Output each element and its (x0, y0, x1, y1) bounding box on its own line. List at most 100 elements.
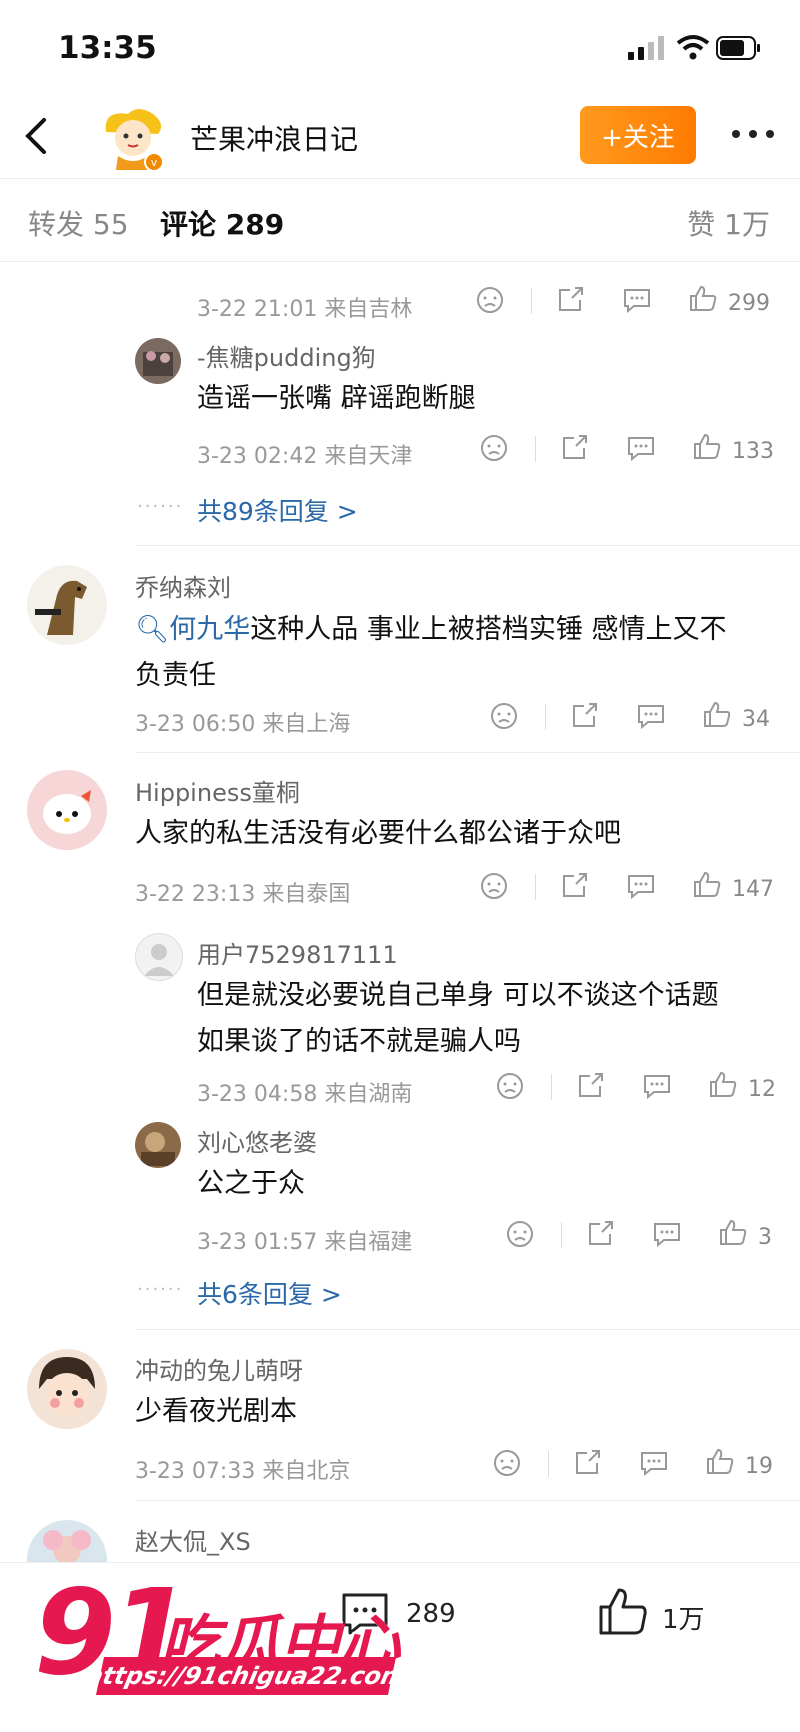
tab-comments[interactable]: 评论 289 (160, 203, 284, 243)
avatar[interactable] (135, 1122, 181, 1168)
like-count: 19 (745, 1454, 773, 1479)
like-icon[interactable] (688, 284, 718, 316)
comment-meta: 3-23 07:33 来自北京 (135, 1459, 351, 1484)
comment-meta: 3-22 23:13 来自泰国 (135, 882, 351, 907)
comment-text: 🔍︎何九华这种人品 事业上被搭档实锤 感情上又不 负责任 (135, 614, 727, 691)
bottom-comment-count: 289 (406, 1599, 456, 1629)
comment-meta: 3-23 06:50 来自上海 (135, 712, 351, 737)
comment-text: 少看夜光剧本 (135, 1396, 297, 1427)
like-count: 299 (728, 291, 770, 316)
bottom-like-icon[interactable] (596, 1585, 650, 1643)
topic-link[interactable]: 何九华 (169, 614, 250, 645)
reply-text: 造谣一张嘴 辟谣跑断腿 (197, 383, 476, 414)
share-icon[interactable] (560, 872, 590, 904)
divider (561, 1222, 562, 1248)
dislike-icon[interactable] (479, 872, 509, 904)
divider (135, 1500, 800, 1501)
dislike-icon[interactable] (489, 702, 519, 734)
reply-text: 但是就没必要说自己单身 可以不谈这个话题 如果谈了的话不就是骗人吗 (197, 980, 719, 1057)
tab-repost[interactable]: 转发 55 (28, 203, 129, 243)
divider (135, 752, 800, 753)
wifi-icon (676, 35, 710, 60)
divider (551, 1074, 552, 1100)
status-bar: 13:35 (0, 0, 800, 96)
comment-username[interactable]: 冲动的兔儿萌呀 (135, 1351, 303, 1386)
dislike-icon[interactable] (495, 1072, 525, 1104)
divider (535, 874, 536, 900)
bottom-like-count: 1万 (662, 1605, 705, 1635)
like-count: 3 (758, 1225, 772, 1250)
watermark-url: https://91chigua22.com (83, 1657, 409, 1695)
reply-icon[interactable] (622, 286, 652, 318)
reply-username[interactable]: 刘心悠老婆 (197, 1123, 317, 1158)
like-count: 12 (748, 1077, 776, 1102)
top-nav: v 芒果冲浪日记 +关注 (0, 96, 800, 179)
avatar[interactable] (27, 1520, 107, 1562)
dots: ······ (137, 1279, 184, 1300)
dislike-icon[interactable] (505, 1220, 535, 1252)
reply-icon[interactable] (626, 434, 656, 466)
dislike-icon[interactable] (492, 1449, 522, 1481)
comment-text: 人家的私生活没有必要什么都公诸于众吧 (135, 818, 621, 849)
avatar[interactable] (27, 770, 107, 850)
divider (531, 288, 532, 314)
share-icon[interactable] (570, 702, 600, 734)
like-icon[interactable] (718, 1218, 748, 1250)
like-icon[interactable] (692, 870, 722, 902)
divider (535, 436, 536, 462)
tab-likes[interactable]: 赞 1万 (687, 203, 770, 243)
avatar[interactable] (27, 565, 107, 645)
comment-list: 3-22 21:01 来自吉林 299 -焦糖pudding狗 造谣一张嘴 辟谣… (0, 262, 800, 1562)
like-icon[interactable] (692, 432, 722, 464)
dislike-icon[interactable] (475, 286, 505, 318)
share-icon[interactable] (576, 1072, 606, 1104)
share-icon[interactable] (560, 434, 590, 466)
divider (548, 1451, 549, 1477)
divider (545, 704, 546, 730)
reply-username[interactable]: 用户7529817111 (197, 935, 398, 970)
like-icon[interactable] (702, 700, 732, 732)
page-title: 芒果冲浪日记 (190, 123, 359, 156)
divider (135, 545, 800, 546)
share-icon[interactable] (573, 1449, 603, 1481)
reply-meta: 3-23 04:58 来自湖南 (197, 1082, 413, 1107)
dislike-icon[interactable] (479, 434, 509, 466)
reply-meta: 3-23 02:42 来自天津 (197, 444, 413, 469)
more-replies-link[interactable]: 共6条回复 > (197, 1275, 342, 1311)
battery-icon (716, 36, 760, 60)
comment-meta: 3-22 21:01 来自吉林 (197, 297, 413, 322)
like-icon[interactable] (708, 1070, 738, 1102)
comment-username[interactable]: Hippiness童桐 (135, 773, 300, 808)
reply-icon[interactable] (652, 1220, 682, 1252)
comment-username[interactable]: 乔纳森刘 (135, 568, 231, 603)
follow-button[interactable]: +关注 (580, 106, 696, 164)
reply-text: 公之于众 (197, 1168, 305, 1199)
reply-icon[interactable] (636, 702, 666, 734)
reply-icon[interactable] (639, 1449, 669, 1481)
reply-icon[interactable] (642, 1072, 672, 1104)
signal-icon (628, 36, 664, 60)
share-icon[interactable] (556, 286, 586, 318)
back-arrow-icon[interactable] (18, 114, 54, 158)
status-time: 13:35 (58, 30, 157, 66)
account-avatar[interactable]: v (98, 104, 168, 174)
reply-meta: 3-23 01:57 来自福建 (197, 1230, 413, 1255)
like-count: 133 (732, 439, 774, 464)
tab-bar: 转发 55 评论 289 赞 1万 (0, 179, 800, 262)
more-replies-link[interactable]: 共89条回复 > (197, 492, 358, 528)
avatar[interactable] (135, 933, 183, 981)
comment-username[interactable]: 赵大侃_XS (135, 1522, 251, 1557)
avatar[interactable] (27, 1349, 107, 1429)
reply-username[interactable]: -焦糖pudding狗 (197, 338, 376, 373)
more-icon[interactable] (728, 114, 778, 154)
svg-text:v: v (151, 156, 158, 169)
dots: ······ (137, 496, 184, 517)
like-count: 147 (732, 877, 774, 902)
divider (135, 1329, 800, 1330)
reply-icon[interactable] (626, 872, 656, 904)
like-icon[interactable] (705, 1447, 735, 1479)
share-icon[interactable] (586, 1220, 616, 1252)
like-count: 34 (742, 707, 770, 732)
search-icon: 🔍︎ (135, 614, 170, 645)
avatar[interactable] (135, 338, 181, 384)
